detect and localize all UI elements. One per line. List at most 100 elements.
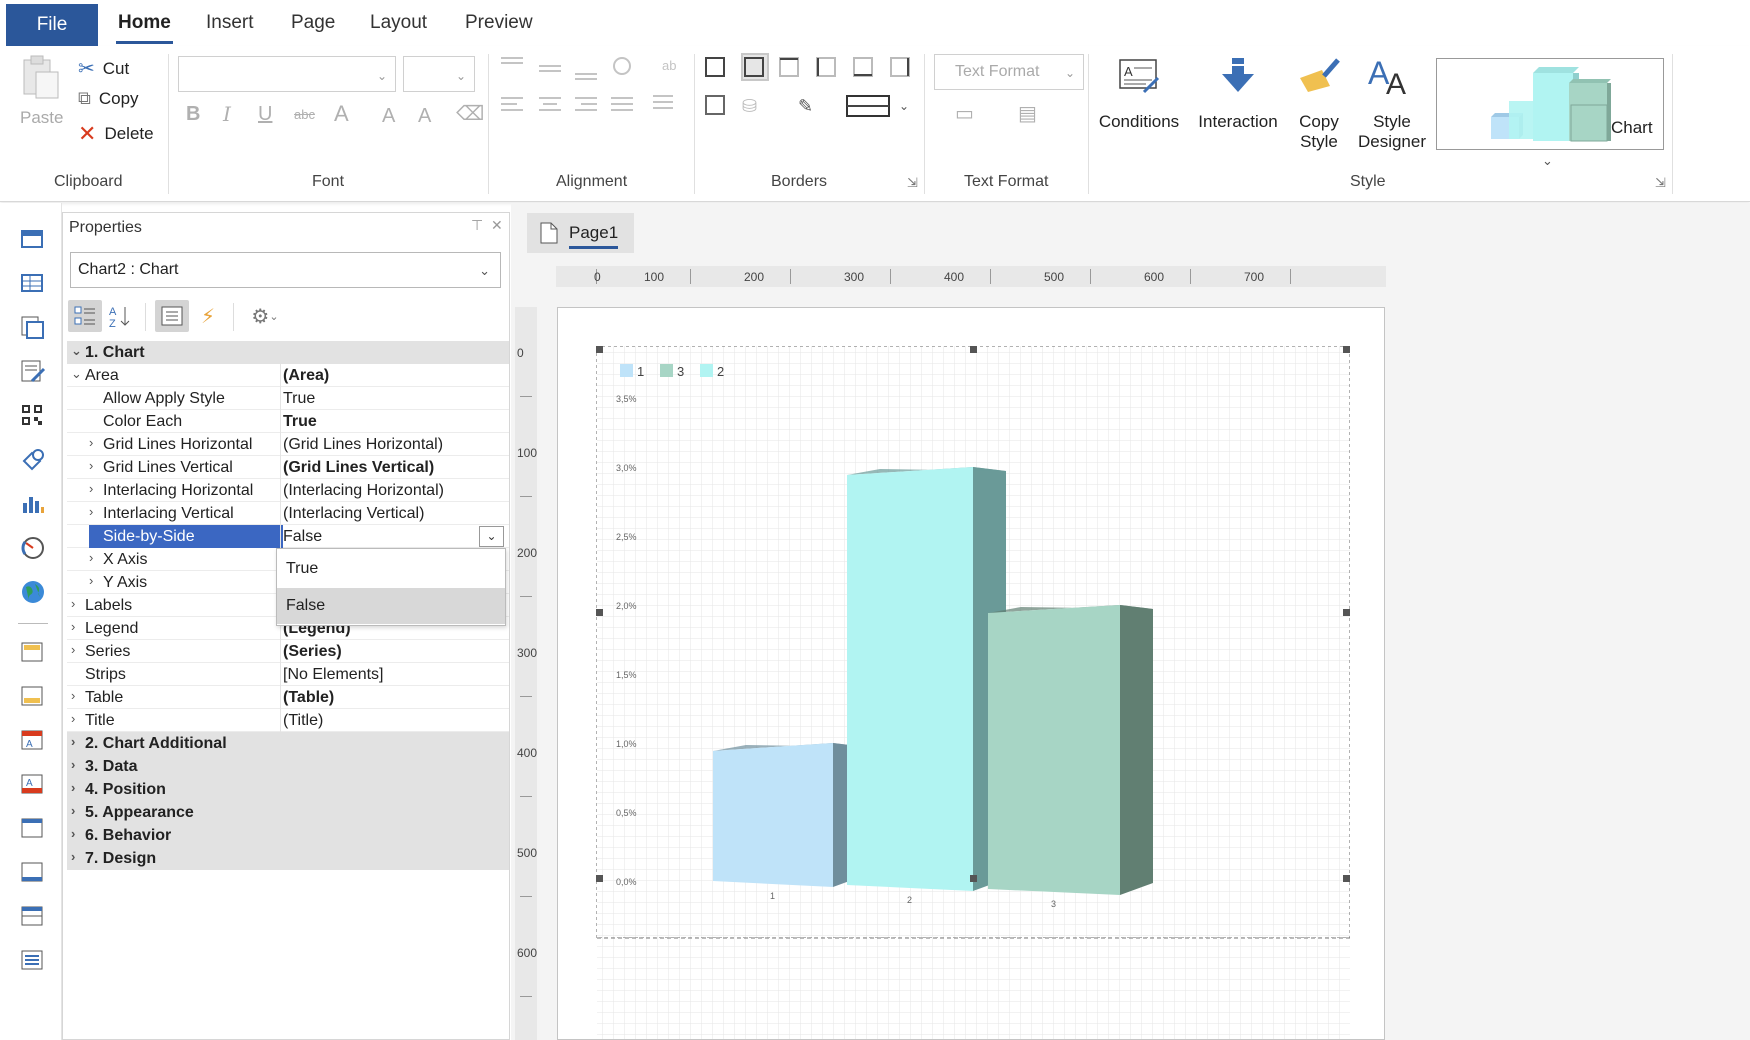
tab-insert[interactable]: Insert: [206, 12, 254, 34]
close-icon[interactable]: ✕: [491, 217, 503, 234]
chart-component[interactable]: 1 3 2 0,0% 0,5% 1,0% 1,5% 2,0% 2,5% 3,0% 3,5% 1 2 3: [595, 345, 1351, 939]
object-selector-dropdown[interactable]: Chart2 : Chart ⌄: [70, 252, 501, 288]
chevron-right-icon[interactable]: ›: [71, 849, 75, 864]
property-row[interactable]: › Table (Table): [67, 686, 509, 709]
property-row[interactable]: Side-by-Side False: [67, 525, 509, 548]
property-value[interactable]: (Title): [283, 712, 323, 730]
page-header-band-icon[interactable]: [20, 639, 46, 665]
property-row[interactable]: ⌄ Area (Area): [67, 364, 509, 387]
chevron-right-icon[interactable]: ›: [71, 734, 75, 749]
chevron-right-icon[interactable]: ›: [89, 458, 93, 473]
underline-icon[interactable]: U: [258, 104, 272, 124]
property-row[interactable]: Strips [No Elements]: [67, 663, 509, 686]
tab-layout[interactable]: Layout: [370, 12, 427, 34]
delete-button[interactable]: ✕ Delete: [78, 121, 154, 147]
tab-file[interactable]: File: [6, 4, 98, 46]
properties-view-button[interactable]: [155, 300, 189, 332]
dialog-launcher-icon[interactable]: ⇲: [1655, 176, 1666, 189]
footer-band-icon[interactable]: [20, 859, 46, 885]
chevron-right-icon[interactable]: ›: [71, 711, 75, 726]
pin-icon[interactable]: ⊤: [471, 217, 483, 234]
settings-dropdown-button[interactable]: ⚙ ⌄: [243, 300, 287, 332]
page-tab[interactable]: Page1: [527, 213, 634, 253]
paste-button[interactable]: Paste: [18, 52, 64, 130]
chevron-right-icon[interactable]: ›: [71, 619, 75, 634]
chart-style-gallery[interactable]: Chart: [1436, 58, 1664, 150]
property-category[interactable]: › 4. Position: [67, 778, 509, 801]
chevron-right-icon[interactable]: ›: [89, 435, 93, 450]
chevron-right-icon[interactable]: ›: [71, 642, 75, 657]
shrink-font-icon[interactable]: A: [418, 106, 431, 126]
border-icons[interactable]: ⛁ ✎ ⌄: [702, 52, 922, 152]
dialog-launcher-icon[interactable]: ⇲: [907, 176, 918, 189]
table-band-icon[interactable]: [20, 271, 46, 297]
chevron-right-icon[interactable]: ›: [71, 688, 75, 703]
chevron-right-icon[interactable]: ›: [89, 573, 93, 588]
strikethrough-icon[interactable]: abc: [294, 108, 315, 121]
interaction-button[interactable]: Interaction: [1190, 56, 1286, 136]
property-row[interactable]: › Grid Lines Horizontal (Grid Lines Horizo…: [67, 433, 509, 456]
property-value[interactable]: True: [283, 390, 315, 408]
property-value[interactable]: (Grid Lines Horizontal): [283, 436, 443, 454]
chart-icon[interactable]: [20, 491, 46, 517]
property-row[interactable]: › Interlacing Horizontal (Interlacing Hori…: [67, 479, 509, 502]
property-row[interactable]: Allow Apply Style True: [67, 387, 509, 410]
property-value[interactable]: (Grid Lines Vertical): [283, 459, 434, 477]
data-band-icon[interactable]: [20, 903, 46, 929]
chevron-right-icon[interactable]: ›: [71, 780, 75, 795]
header-band-icon[interactable]: [20, 815, 46, 841]
property-row[interactable]: Color Each True: [67, 410, 509, 433]
hierarchical-band-icon[interactable]: [20, 947, 46, 973]
dropdown-option-false[interactable]: False: [277, 588, 505, 624]
property-value[interactable]: (Series): [283, 643, 342, 661]
property-value[interactable]: (Interlacing Vertical): [283, 505, 424, 523]
cut-button[interactable]: ✂ Cut: [78, 56, 129, 81]
report-title-band-icon[interactable]: [20, 227, 46, 253]
copy-button[interactable]: ⧉ Copy: [78, 88, 139, 109]
text-format-dropdown[interactable]: Text Format ⌄: [934, 54, 1084, 90]
property-row[interactable]: › Grid Lines Vertical (Grid Lines Vertical…: [67, 456, 509, 479]
property-row[interactable]: › Interlacing Vertical (Interlacing Vertic…: [67, 502, 509, 525]
bold-icon[interactable]: B: [186, 104, 200, 124]
property-category[interactable]: ⌄ 1. Chart: [67, 341, 509, 364]
style-designer-button[interactable]: A A Style Designer: [1352, 56, 1432, 166]
italic-icon[interactable]: I: [223, 104, 231, 124]
font-color-icon[interactable]: A: [334, 103, 349, 125]
grow-font-icon[interactable]: A: [382, 106, 395, 126]
property-value[interactable]: (Interlacing Horizontal): [283, 482, 444, 500]
gauge-icon[interactable]: [20, 535, 46, 561]
chevron-right-icon[interactable]: ›: [89, 550, 93, 565]
property-row[interactable]: › Title (Title): [67, 709, 509, 732]
categorized-view-button[interactable]: [68, 300, 102, 332]
chevron-down-icon[interactable]: ⌄: [71, 343, 82, 359]
font-size-dropdown[interactable]: ⌄: [403, 56, 475, 92]
chevron-down-icon[interactable]: ⌄: [71, 366, 82, 382]
group-footer-band-icon[interactable]: A: [20, 771, 46, 797]
chevron-right-icon[interactable]: ›: [89, 481, 93, 496]
tab-page[interactable]: Page: [291, 12, 335, 34]
property-value[interactable]: False: [283, 528, 322, 546]
property-value[interactable]: [No Elements]: [283, 666, 383, 684]
side-by-side-dropdown-button[interactable]: ⌄: [479, 526, 504, 547]
chevron-right-icon[interactable]: ›: [89, 504, 93, 519]
property-category[interactable]: › 6. Behavior: [67, 824, 509, 847]
gallery-more-icon[interactable]: ⌄: [1542, 154, 1553, 167]
barcode-icon[interactable]: [20, 403, 46, 429]
property-value[interactable]: (Table): [283, 689, 334, 707]
tab-home[interactable]: Home: [116, 12, 173, 44]
property-value[interactable]: (Area): [283, 367, 329, 385]
chevron-right-icon[interactable]: ›: [71, 757, 75, 772]
property-category[interactable]: › 2. Chart Additional: [67, 732, 509, 755]
events-view-button[interactable]: ⚡: [191, 300, 225, 332]
chevron-right-icon[interactable]: ›: [71, 826, 75, 841]
property-row[interactable]: › Series (Series): [67, 640, 509, 663]
shape-icon[interactable]: [20, 447, 46, 473]
chevron-right-icon[interactable]: ›: [71, 596, 75, 611]
tab-preview[interactable]: Preview: [465, 12, 533, 34]
text-editor-icon[interactable]: [20, 359, 46, 385]
property-category[interactable]: › 7. Design: [67, 847, 509, 870]
property-category[interactable]: › 5. Appearance: [67, 801, 509, 824]
format-number-icon[interactable]: ▤: [1018, 104, 1037, 124]
eraser-icon[interactable]: ⌫: [456, 104, 484, 124]
alignment-icons[interactable]: ab: [497, 52, 697, 152]
